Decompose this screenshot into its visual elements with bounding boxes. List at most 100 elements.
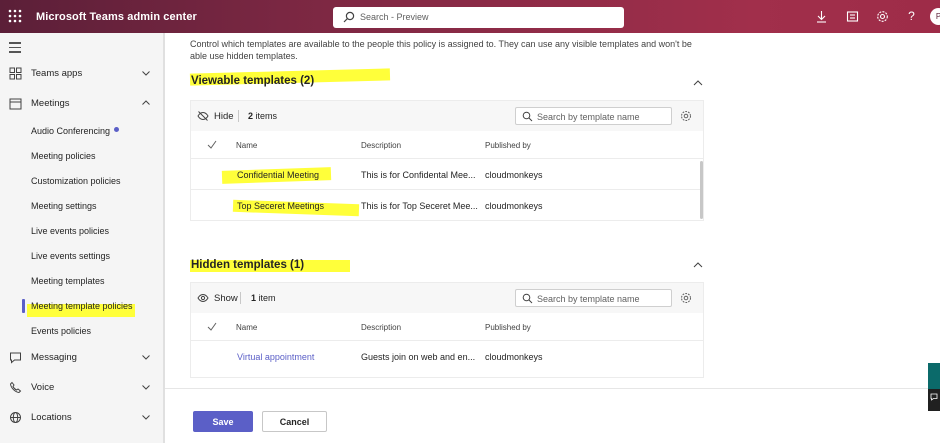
column-header-name[interactable]: Name [236,141,257,150]
settings-gear-icon[interactable] [876,10,889,23]
side-panel-tab[interactable] [928,363,940,389]
template-publisher: cloudmonkeys [485,201,543,211]
template-name-link[interactable]: Virtual appointment [237,352,314,362]
column-header-name[interactable]: Name [236,323,257,332]
download-icon[interactable] [815,10,828,23]
column-header-published-by[interactable]: Published by [485,141,531,150]
table-toolbar: Show 1 item Search by template name [191,283,703,313]
new-indicator-dot [114,127,120,132]
search-icon [522,111,533,122]
item-count: 2 items [248,111,277,121]
nav-subitem-audio-conferencing[interactable]: Audio Conferencing [0,120,165,142]
side-feedback-tab[interactable] [928,389,940,411]
action-footer: Save Cancel [165,388,940,443]
nav-item-meetings[interactable]: Meetings [0,93,165,115]
template-publisher: cloudmonkeys [485,170,543,180]
column-settings-gear-icon[interactable] [680,110,692,122]
left-navigation: Teams apps Meetings Audio Conferencing M… [0,33,165,443]
select-all-checkmark-icon[interactable] [207,140,217,149]
chevron-down-icon [141,68,151,78]
nav-subitem-meeting-template-policies[interactable]: Meeting template policies [0,295,165,317]
nav-label: Audio Conferencing [31,126,111,136]
nav-item-messaging[interactable]: Messaging [0,347,165,369]
table-toolbar: Hide 2 items Search by template name [191,101,703,131]
nav-label: Messaging [31,352,77,363]
app-title[interactable]: Microsoft Teams admin center [36,11,197,23]
template-description: This is for Top Seceret Mee... [361,201,478,211]
template-name-link[interactable]: Top Seceret Meetings [237,201,324,211]
chevron-down-icon [141,412,151,422]
feedback-icon[interactable] [846,10,859,23]
nav-label: Meetings [31,98,70,109]
apps-grid-icon [9,67,22,80]
nav-label: Voice [31,382,55,393]
table-row[interactable]: Confidential Meeting This is for Confide… [191,160,703,190]
chevron-up-icon [141,98,151,108]
collapse-chevron-up-icon[interactable] [693,261,703,269]
hide-button-label: Hide [214,111,234,122]
table-row[interactable]: Top Seceret Meetings This is for Top Sec… [191,191,703,221]
table-header: Name Description Published by [191,313,703,341]
top-bar: Microsoft Teams admin center Search - Pr… [0,0,940,33]
item-count-number: 2 [248,111,254,121]
template-search-input[interactable]: Search by template name [515,289,672,307]
nav-label: Teams apps [31,68,83,79]
nav-item-voice[interactable]: Voice [0,377,165,399]
eye-off-icon [197,110,209,122]
table-scrollbar[interactable] [700,161,703,219]
policy-description: Control which templates are available to… [190,39,692,61]
nav-label: Customization policies [31,176,121,186]
nav-item-teams-apps[interactable]: Teams apps [0,63,165,85]
table-header: Name Description Published by [191,131,703,159]
global-search-input[interactable]: Search - Preview [333,7,624,28]
meetings-calendar-icon [9,97,22,110]
nav-subitem-customization-policies[interactable]: Customization policies [0,170,165,192]
nav-label: Meeting templates [31,276,105,286]
nav-subitem-events-policies[interactable]: Events policies [0,320,165,342]
nav-label: Locations [31,412,72,423]
item-count-unit: items [255,111,278,121]
chevron-down-icon [141,352,151,362]
nav-label: Live events settings [31,251,111,261]
search-icon [343,11,355,23]
column-header-description[interactable]: Description [361,141,401,150]
show-button-label: Show [214,293,238,304]
column-settings-gear-icon[interactable] [680,292,692,304]
column-header-description[interactable]: Description [361,323,401,332]
nav-subitem-meeting-policies[interactable]: Meeting policies [0,145,165,167]
select-all-checkmark-icon[interactable] [207,322,217,331]
template-publisher: cloudmonkeys [485,352,543,362]
chat-bubble-icon [9,351,22,364]
column-header-published-by[interactable]: Published by [485,323,531,332]
nav-subitem-meeting-templates[interactable]: Meeting templates [0,270,165,292]
template-description: This is for Confidental Mee... [361,170,476,180]
item-count-unit: item [258,293,276,303]
nav-subitem-live-events-settings[interactable]: Live events settings [0,245,165,267]
cancel-button[interactable]: Cancel [262,411,327,432]
nav-subitem-live-events-policies[interactable]: Live events policies [0,220,165,242]
item-count: 1 item [251,293,276,303]
save-button[interactable]: Save [193,411,253,432]
nav-item-locations[interactable]: Locations [0,407,165,429]
phone-icon [9,381,22,394]
eye-icon [197,292,209,304]
chevron-down-icon [141,382,151,392]
search-placeholder: Search - Preview [360,12,429,22]
template-name-link[interactable]: Confidential Meeting [237,170,319,180]
globe-icon [9,411,22,424]
hidden-templates-title: Hidden templates (1) [191,259,305,271]
user-avatar[interactable]: P [930,8,940,25]
nav-subitem-meeting-settings[interactable]: Meeting settings [0,195,165,217]
template-search-input[interactable]: Search by template name [515,107,672,125]
nav-label: Events policies [31,326,92,336]
template-description: Guests join on web and en... [361,352,476,362]
help-icon[interactable]: ? [905,10,918,23]
app-launcher-icon[interactable] [8,9,22,23]
item-count-number: 1 [251,293,257,303]
table-row[interactable]: Virtual appointment Guests join on web a… [191,342,703,372]
viewable-templates-title: Viewable templates (2) [191,75,315,87]
nav-label: Meeting settings [31,201,97,211]
template-search-placeholder: Search by template name [537,294,640,304]
hamburger-menu-icon[interactable] [9,42,21,53]
collapse-chevron-up-icon[interactable] [693,79,703,87]
